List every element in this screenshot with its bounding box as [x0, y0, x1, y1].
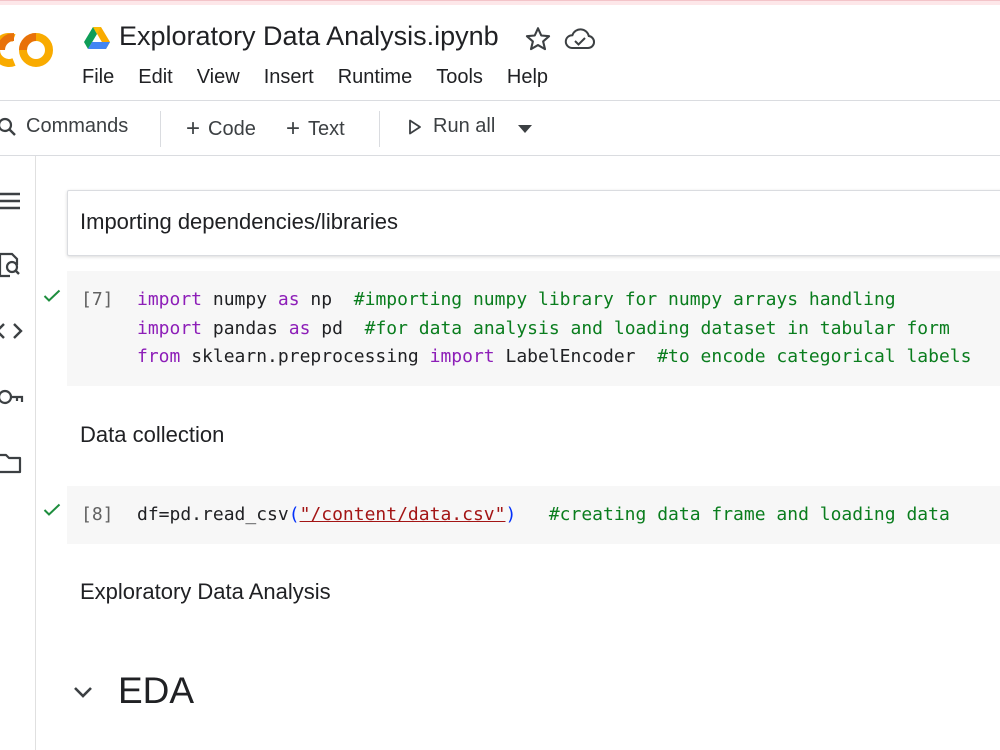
add-code-button[interactable]: + Code [186, 115, 256, 143]
menu-view[interactable]: View [197, 66, 240, 89]
code-token: pandas [202, 317, 289, 339]
execution-count: [7] [81, 289, 114, 310]
code-editor[interactable]: df=pd.read_csv("/content/data.csv") #cre… [137, 501, 950, 530]
execution-count: [8] [81, 504, 114, 525]
code-token: numpy [202, 289, 278, 310]
menu-bar: File Edit View Insert Runtime Tools Help [82, 66, 572, 89]
menu-tools[interactable]: Tools [436, 66, 483, 89]
toolbar: Commands + Code + Text Run all [0, 101, 1000, 155]
keyword: import [137, 289, 203, 310]
run-all-label: Run all [433, 115, 496, 137]
star-icon[interactable] [524, 25, 552, 53]
code-comment: #importing numpy library for numpy array… [353, 289, 896, 310]
code-cell-8[interactable]: [8] df=pd.read_csv("/content/data.csv") … [67, 486, 1000, 544]
left-sidebar [0, 156, 36, 750]
caret-down-icon[interactable] [517, 124, 533, 134]
code-comment: #creating data frame and loading data [548, 504, 950, 525]
toolbar-bottom-divider [0, 155, 1000, 156]
toolbar-separator [160, 111, 161, 147]
google-drive-icon[interactable] [84, 26, 110, 50]
code-snippets-icon[interactable] [0, 316, 24, 346]
string-literal: "/content/data.csv" [299, 504, 506, 525]
plus-icon: + [286, 115, 301, 142]
commands-button[interactable]: Commands [0, 115, 128, 138]
find-replace-icon[interactable] [0, 250, 24, 280]
code-line-1: import numpy as np #importing numpy libr… [137, 289, 896, 310]
code-token: sklearn.preprocessing [180, 346, 430, 367]
code-cell-7[interactable]: [7] import numpy as np #importing numpy … [67, 271, 1000, 386]
menu-runtime[interactable]: Runtime [338, 66, 412, 89]
heading-data-collection: Data collection [80, 422, 225, 447]
keyword: import [429, 346, 495, 367]
menu-insert[interactable]: Insert [264, 66, 314, 89]
key-icon[interactable] [0, 382, 24, 412]
keyword: from [137, 346, 181, 367]
code-line-2: import pandas as pd #for data analysis a… [137, 318, 950, 339]
checkmark-icon [43, 289, 61, 302]
keyword: as [288, 317, 311, 339]
cloud-saved-icon[interactable] [564, 26, 596, 52]
search-icon [0, 117, 16, 136]
paren: ) [505, 504, 517, 525]
code-comment: #for data analysis and loading dataset i… [364, 317, 950, 339]
play-icon [409, 119, 421, 134]
code-token: pd [310, 317, 365, 339]
code-comment: #to encode categorical labels [657, 346, 972, 367]
add-text-button[interactable]: + Text [286, 115, 345, 143]
toolbar-separator [379, 111, 380, 147]
commands-label: Commands [26, 115, 129, 137]
menu-help[interactable]: Help [507, 66, 548, 89]
run-all-button[interactable]: Run all [408, 115, 495, 138]
chevron-down-icon[interactable] [72, 684, 94, 700]
notebook-title[interactable]: Exploratory Data Analysis.ipynb [119, 21, 499, 52]
plus-icon: + [186, 115, 201, 142]
code-token: np [299, 289, 354, 310]
top-accent-strip [0, 0, 1000, 5]
code-line-3: from sklearn.preprocessing import LabelE… [137, 346, 971, 367]
menu-edit[interactable]: Edit [138, 66, 172, 89]
menu-file[interactable]: File [82, 66, 114, 89]
keyword: import [137, 317, 203, 339]
heading-exploratory-data-analysis: Exploratory Data Analysis [80, 579, 331, 604]
colab-logo [0, 33, 53, 67]
keyword: as [277, 289, 300, 310]
paren: ( [288, 504, 300, 525]
section-title-eda: EDA [118, 670, 195, 711]
table-of-contents-icon[interactable] [0, 186, 24, 216]
code-token: LabelEncoder [494, 346, 658, 367]
code-token: df=pd.read_csv [137, 504, 289, 525]
text-label: Text [308, 117, 345, 140]
folder-icon[interactable] [0, 448, 24, 478]
heading-importing-dependencies: Importing dependencies/libraries [80, 209, 398, 234]
code-editor[interactable]: import numpy as np #importing numpy libr… [137, 286, 971, 372]
code-label: Code [208, 117, 256, 140]
checkmark-icon [43, 503, 61, 516]
